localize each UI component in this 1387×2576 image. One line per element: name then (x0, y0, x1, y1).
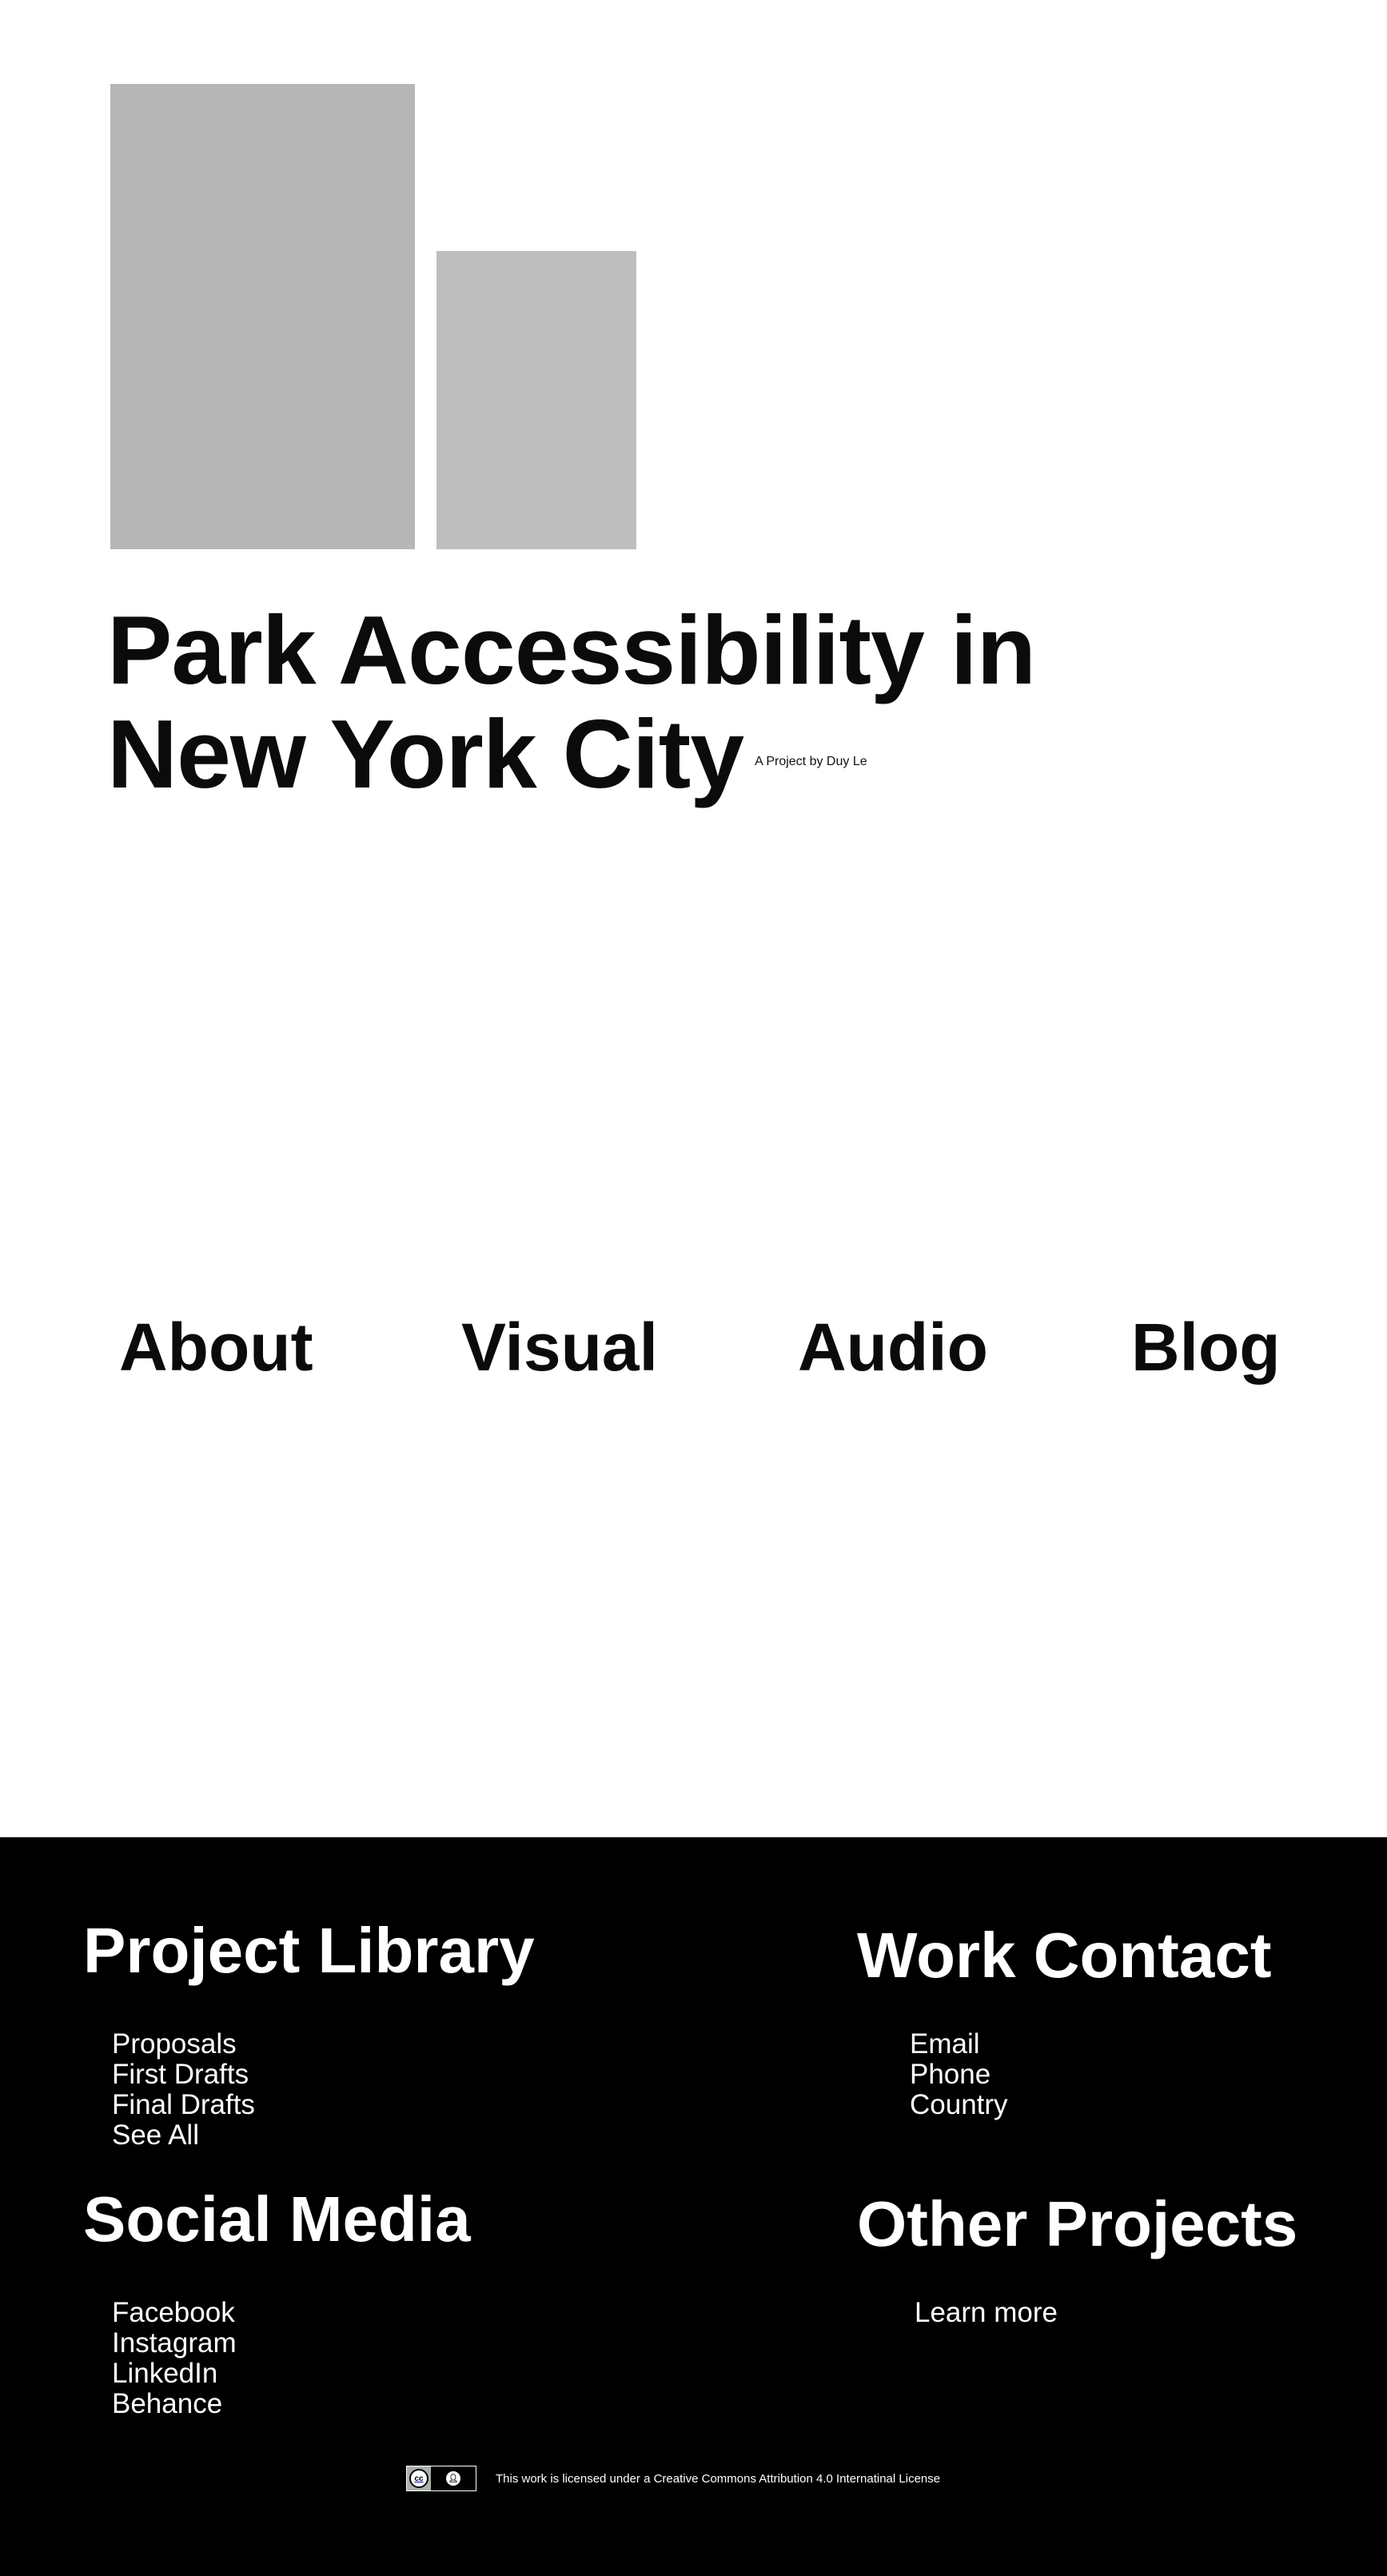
creative-commons-by-icon[interactable]: cc 👤︎ (406, 2466, 476, 2491)
work-contact-heading: Work Contact (857, 1920, 1272, 1991)
nav-audio-link[interactable]: Audio (798, 1303, 988, 1391)
by-block: 👤︎ (431, 2466, 476, 2490)
hero-image-large (110, 84, 415, 549)
list-item: Email (910, 2029, 1008, 2060)
social-media-heading: Social Media (83, 2183, 471, 2255)
social-media-list: Facebook Instagram LinkedIn Behance (112, 2298, 237, 2419)
facebook-link[interactable]: Facebook (112, 2297, 235, 2328)
email-link[interactable]: Email (910, 2028, 980, 2060)
see-all-link[interactable]: See All (112, 2119, 199, 2151)
final-drafts-link[interactable]: Final Drafts (112, 2089, 255, 2120)
project-library-list: Proposals First Drafts Final Drafts See … (112, 2029, 255, 2151)
work-contact-list: Email Phone Country (910, 2029, 1008, 2120)
learn-more-link[interactable]: Learn more (915, 2297, 1058, 2328)
linkedin-link[interactable]: LinkedIn (112, 2358, 217, 2389)
list-item: See All (112, 2120, 255, 2151)
other-projects-heading: Other Projects (857, 2188, 1298, 2259)
list-item: Final Drafts (112, 2090, 255, 2120)
byline: A Project by Duy Le (755, 755, 867, 768)
list-item: Learn more (915, 2298, 1058, 2328)
license: cc 👤︎ This work is licensed under a Crea… (406, 2465, 940, 2492)
list-item: Phone (910, 2060, 1008, 2090)
page: Park Accessibility in New York City A Pro… (0, 0, 1387, 2576)
list-item: First Drafts (112, 2060, 255, 2090)
proposals-link[interactable]: Proposals (112, 2028, 237, 2060)
list-item: Instagram (112, 2328, 237, 2359)
list-item: LinkedIn (112, 2359, 237, 2389)
other-projects-list: Learn more (915, 2298, 1058, 2328)
first-drafts-link[interactable]: First Drafts (112, 2059, 249, 2090)
attribution-icon: 👤︎ (446, 2471, 460, 2486)
main-nav: About Visual Audio Blog (0, 1303, 1387, 1391)
behance-link[interactable]: Behance (112, 2388, 222, 2419)
list-item: Country (910, 2090, 1008, 2120)
nav-visual-link[interactable]: Visual (461, 1303, 658, 1391)
footer: Project Library Proposals First Drafts F… (0, 1837, 1387, 2576)
list-item: Facebook (112, 2298, 237, 2328)
nav-blog-link[interactable]: Blog (1131, 1303, 1281, 1391)
country-link[interactable]: Country (910, 2089, 1008, 2120)
title-line-1: Park Accessibility in (107, 596, 1036, 704)
nav-about-link[interactable]: About (119, 1303, 313, 1391)
hero-image-small (436, 251, 636, 549)
license-text: This work is licensed under a Creative C… (496, 2471, 941, 2486)
page-title: Park Accessibility in New York City A Pro… (107, 596, 1036, 836)
instagram-link[interactable]: Instagram (112, 2327, 237, 2359)
list-item: Proposals (112, 2029, 255, 2060)
title-line-2-text: New York City (107, 700, 744, 808)
title-line-2: New York City A Project by Duy Le (107, 702, 1035, 836)
cc-icon: cc (409, 2469, 428, 2488)
phone-link[interactable]: Phone (910, 2059, 990, 2090)
list-item: Behance (112, 2389, 237, 2419)
project-library-heading: Project Library (83, 1915, 535, 1986)
